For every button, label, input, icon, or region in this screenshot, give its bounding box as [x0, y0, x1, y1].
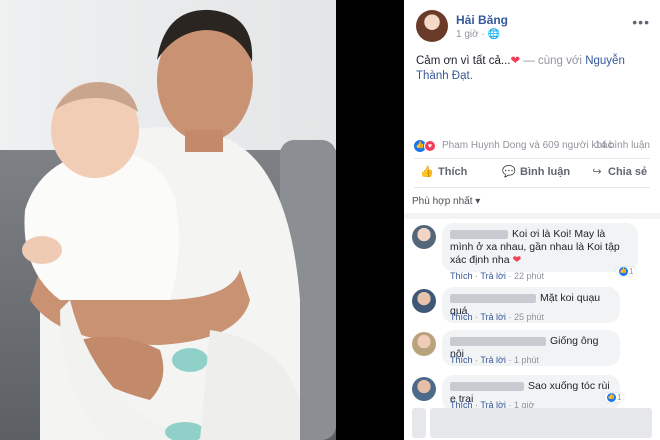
post-meta: 1 giờ · 🌐: [456, 29, 500, 40]
thumbs-up-icon: 👍: [420, 166, 434, 178]
reaction-icons[interactable]: 👍 ♥: [414, 139, 440, 153]
commenter-name-blurred[interactable]: [450, 381, 524, 391]
author-name[interactable]: Hải Băng: [456, 13, 508, 27]
like-button[interactable]: 👍 Thích: [420, 165, 467, 178]
with-text: — cùng với: [523, 55, 582, 67]
photo-viewer: [0, 0, 404, 440]
comment-actions: Thích · Trả lời · 25 phút: [450, 312, 544, 322]
like-count: 1: [617, 393, 622, 402]
comment-sort-dropdown[interactable]: Phù hợp nhất ▾: [412, 196, 480, 207]
more-options-button[interactable]: •••: [632, 14, 650, 30]
comment-item: Mặt koi quạu quá Thích · Trả lời · 25 ph…: [412, 287, 652, 327]
comment-item: Giống ông nội Thích · Trả lời · 1 phút: [412, 330, 652, 370]
comment-like-link[interactable]: Thích: [450, 312, 473, 322]
comment-actions: Thích · Trả lời · 22 phút: [450, 271, 544, 281]
comment-actions: Thích · Trả lời · 1 phút: [450, 355, 539, 365]
comment-time[interactable]: 1 phút: [514, 355, 539, 365]
caption-text: Cảm ơn vì tất cả...: [416, 55, 511, 67]
commenter-avatar[interactable]: [412, 332, 436, 356]
heart-icon: ❤: [510, 55, 521, 67]
post-time[interactable]: 1 giờ: [456, 29, 479, 40]
comment-label: Bình luận: [520, 166, 571, 178]
commenter-name-blurred[interactable]: [450, 293, 536, 303]
reactions-bar: 👍 ♥ Pham Huynh Dong và 609 người khác 14…: [414, 139, 650, 153]
post-header: Hải Băng 1 giờ · 🌐 •••: [416, 10, 650, 46]
reaction-names[interactable]: Pham Huynh Dong và 609 người khác: [442, 140, 613, 151]
post-info-panel: Hải Băng 1 giờ · 🌐 ••• Cảm ơn vì tất cả.…: [404, 0, 660, 440]
thumbs-up-icon: 👍: [619, 267, 628, 277]
comment-like-count[interactable]: 👍 1: [604, 393, 625, 403]
like-label: Thích: [438, 166, 468, 178]
blurred-region: [430, 408, 652, 438]
commenter-name-blurred[interactable]: [450, 229, 508, 239]
heart-icon: ❤: [512, 254, 522, 266]
comment-time[interactable]: 22 phút: [514, 271, 544, 281]
commenter-avatar[interactable]: [412, 289, 436, 313]
commenter-name-blurred[interactable]: [450, 336, 546, 346]
comment-item: Koi ơi là Koi! May là mình ở xa nhau, gầ…: [412, 223, 652, 283]
thumbs-up-icon: 👍: [607, 393, 616, 403]
sort-label: Phù hợp nhất: [412, 196, 473, 207]
comment-like-link[interactable]: Thích: [450, 355, 473, 365]
author-avatar[interactable]: [416, 10, 448, 42]
comment-bubble: Koi ơi là Koi! May là mình ở xa nhau, gầ…: [442, 223, 638, 272]
blurred-region: [412, 408, 426, 438]
share-icon: ↪: [592, 166, 602, 178]
post-caption: Cảm ơn vì tất cả...❤ — cùng với Nguyễn T…: [416, 54, 652, 84]
post-photo[interactable]: [0, 0, 336, 440]
post-actions: 👍 Thích 💬 Bình luận ↪ Chia sẻ: [414, 158, 650, 188]
share-label: Chia sẻ: [608, 166, 648, 178]
globe-icon: 🌐: [487, 29, 501, 40]
comment-like-count[interactable]: 👍 1: [616, 267, 637, 277]
comment-reply-link[interactable]: Trả lời: [480, 355, 506, 365]
commenter-avatar[interactable]: [412, 377, 436, 401]
comment-composer-blurred[interactable]: [412, 404, 652, 440]
share-button[interactable]: ↪ Chia sẻ: [590, 165, 647, 178]
comment-time[interactable]: 25 phút: [514, 312, 544, 322]
love-reaction-icon: ♥: [424, 140, 436, 152]
comment-count[interactable]: 14 bình luận: [595, 140, 650, 151]
commenter-avatar[interactable]: [412, 225, 436, 249]
comment-reply-link[interactable]: Trả lời: [480, 312, 506, 322]
comment-icon: 💬: [502, 166, 516, 178]
like-count: 1: [629, 267, 634, 276]
comment-reply-link[interactable]: Trả lời: [480, 271, 506, 281]
comment-like-link[interactable]: Thích: [450, 271, 473, 281]
photo-illustration: [0, 0, 336, 440]
caret-down-icon: ▾: [475, 196, 481, 207]
comment-button[interactable]: 💬 Bình luận: [502, 165, 570, 178]
